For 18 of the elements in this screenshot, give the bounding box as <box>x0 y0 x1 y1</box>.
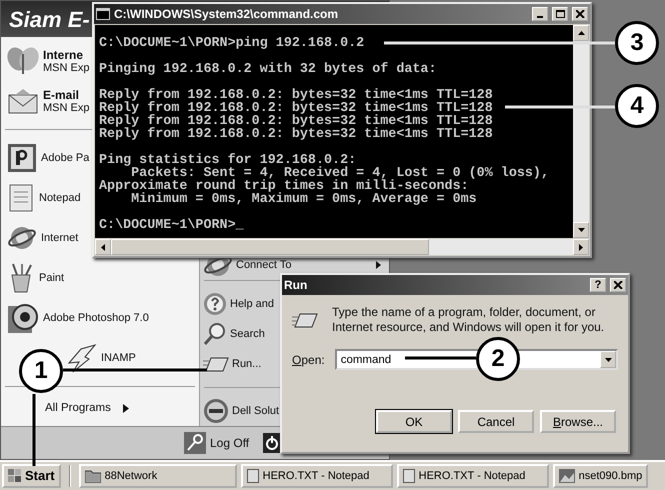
console-line: Approximate round trip times in milli-seconds: <box>99 180 469 193</box>
console-line: C:\DOCUME~1\PORN>_ <box>99 219 244 232</box>
console-line: Reply from 192.168.0.2: bytes=32 time<1ms TTL=128 <box>99 128 493 141</box>
console-line: Packets: Sent = 4, Received = 4, Lost = 0 (0% loss), <box>131 167 549 180</box>
callout-number: 3 <box>615 21 659 65</box>
console-line: Pinging 192.168.0.2 with 32 bytes of data: <box>99 63 436 76</box>
console-line: Minimum = 0ms, Maximum = 0ms, Average = 0ms <box>130 193 477 206</box>
window-title: C:\WINDOWS\System32\command.com <box>114 6 340 23</box>
console-line: Reply from 192.168.0.2: bytes=32 time<1ms TTL=128 <box>99 89 493 102</box>
console-line: Reply from 192.168.0.2: bytes=32 time<1ms TTL=128 <box>99 115 493 128</box>
instruction-text: Type the name of a program, folder, document, or Internet resource, and Windows will open it for you. <box>332 305 606 335</box>
console-line: Reply from 192.168.0.2: bytes=32 time<1ms TTL=128 <box>99 102 493 115</box>
window-title: Run <box>284 277 308 294</box>
console-line: Ping statistics for 192.168.0.2: <box>99 154 356 167</box>
console-line: C:\DOCUME~1\PORN>ping 192.168.0.2 <box>99 37 364 50</box>
open-label: Open: <box>292 352 325 368</box>
user-name: Siam E- <box>9 6 90 34</box>
callout-number: 4 <box>615 84 659 128</box>
